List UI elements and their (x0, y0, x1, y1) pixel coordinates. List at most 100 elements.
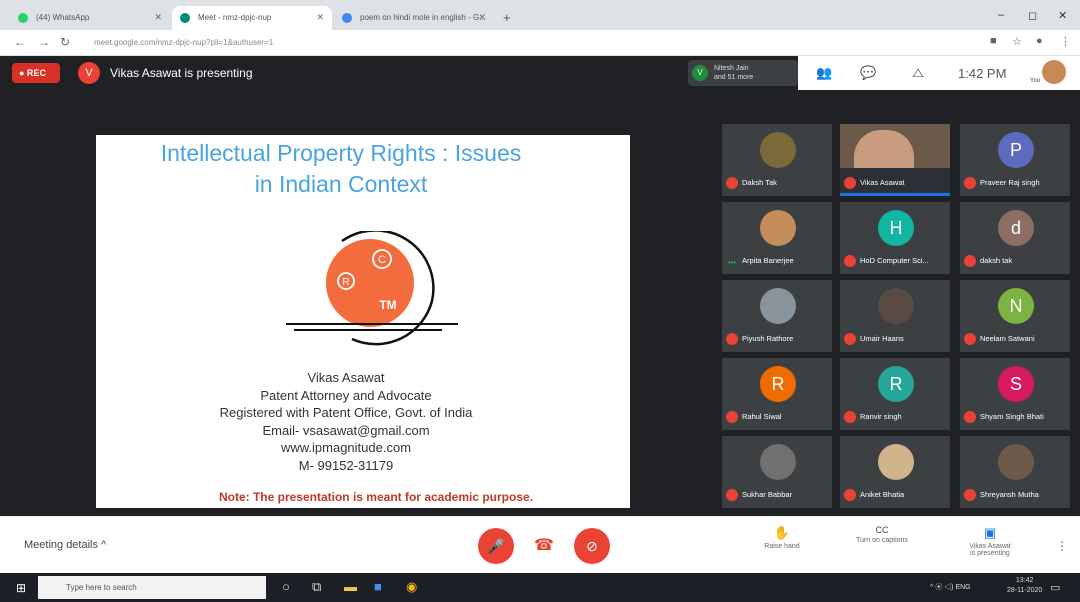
joined-name: Nitesh Jain (714, 65, 749, 72)
meet-top-controls: 👥 💬 ⧍ 1:42 PM You (798, 56, 1080, 90)
tab-meet[interactable]: Meet - nmz-dpjc-nup ✕ (172, 6, 332, 30)
menu-icon[interactable]: ⋮ (1060, 35, 1071, 48)
tab-whatsapp[interactable]: (44) WhatsApp ✕ (10, 6, 170, 30)
file-explorer-icon[interactable]: ▬ (344, 579, 357, 594)
participant-name: Shyam Singh Bhati (980, 412, 1044, 421)
bookmark-star-icon[interactable]: ☆ (1012, 35, 1022, 48)
participant-avatar: N (998, 288, 1034, 324)
participant-avatar: S (998, 366, 1034, 402)
people-icon[interactable]: 👥 (816, 65, 832, 81)
participant-tile[interactable]: N Neelam Satwani (960, 280, 1070, 352)
joined-notice[interactable]: V Nitesh Jain and 51 more (688, 60, 798, 86)
photoshop-icon[interactable]: ■ (374, 579, 382, 594)
participant-name: Piyush Rathore (742, 334, 794, 343)
participant-photo (878, 444, 914, 480)
taskbar-clock[interactable]: 13:42 28-11-2020 (1007, 576, 1042, 596)
presenting-status: Vikas Asawat is presenting (110, 66, 253, 80)
cortana-icon[interactable]: ○ (282, 579, 290, 594)
chat-icon[interactable]: 💬 (860, 65, 876, 81)
participant-avatar: R (878, 366, 914, 402)
meet-icon (180, 13, 190, 23)
participant-tile[interactable]: Umair Haans (840, 280, 950, 352)
minimize-button[interactable]: – (998, 9, 1004, 21)
participant-tile[interactable]: d daksh tak (960, 202, 1070, 274)
close-tab-icon[interactable]: ✕ (478, 12, 486, 23)
reload-icon[interactable]: ↻ (60, 35, 70, 49)
notifications-icon[interactable]: ▭ (1050, 581, 1060, 594)
browser-tab-bar: (44) WhatsApp ✕ Meet - nmz-dpjc-nup ✕ po… (0, 0, 1080, 30)
participant-tile[interactable]: R Ranvir singh (840, 358, 950, 430)
new-tab-button[interactable]: + (503, 10, 511, 25)
participant-name: Daksh Tak (742, 178, 777, 187)
participant-photo (878, 288, 914, 324)
leave-call-button[interactable]: ☎ (526, 528, 562, 564)
self-avatar[interactable] (1042, 60, 1066, 84)
mic-muted-icon (964, 489, 976, 501)
mic-muted-icon (726, 177, 738, 189)
close-window-button[interactable]: ✕ (1058, 9, 1067, 22)
presenting-button[interactable]: ▣ Vikas Asawat is presenting (950, 525, 1030, 557)
participant-tile[interactable]: R Rahul Siwal (722, 358, 832, 430)
profile-icon[interactable]: ● (1036, 35, 1043, 47)
participant-avatar: d (998, 210, 1034, 246)
raise-hand-label: Raise hand (764, 543, 800, 550)
more-options-icon[interactable]: ⋮ (1056, 539, 1068, 553)
system-tray[interactable]: ^ ⦿ ◁) ENG (930, 582, 971, 592)
tab-label: poem on hindi mole in english - G... (360, 13, 486, 22)
active-speaker-bar (840, 193, 950, 196)
taskbar-search[interactable]: Type here to search (38, 576, 266, 599)
participant-tile[interactable]: Daksh Tak (722, 124, 832, 196)
participant-name: Arpita Banerjee (742, 256, 794, 265)
participant-name: Umair Haans (860, 334, 904, 343)
taskbar-search-placeholder: Type here to search (66, 583, 137, 592)
maximize-button[interactable]: ◻ (1028, 9, 1037, 22)
presenter-email: Email- vsasawat@gmail.com (262, 422, 430, 438)
participant-tile[interactable]: ••• Arpita Banerjee (722, 202, 832, 274)
joined-count: and 51 more (714, 74, 754, 81)
camera-indicator-icon[interactable]: ■ (990, 35, 997, 47)
raise-hand-button[interactable]: ✋ Raise hand (742, 525, 822, 550)
participant-name: Vikas Asawat (860, 178, 905, 187)
back-icon[interactable]: ← (14, 35, 26, 49)
participant-tile[interactable]: Piyush Rathore (722, 280, 832, 352)
logo-circle (326, 239, 414, 327)
present-screen-icon: ▣ (983, 525, 997, 540)
meet-bottom-bar: Meeting details ^ 🎤 ☎ ⊘ ✋ Raise hand CC … (0, 516, 1080, 573)
task-view-icon[interactable]: ⧉ (312, 579, 321, 595)
participant-tile[interactable]: Shreyansh Mutha (960, 436, 1070, 508)
participant-grid: Daksh Tak Vikas Asawat P Praveer Raj singh •… (722, 124, 1078, 516)
windows-start-icon[interactable]: ⊞ (16, 581, 26, 595)
mic-muted-icon (964, 177, 976, 189)
mic-muted-icon (964, 411, 976, 423)
camera-off-button[interactable]: ⊘ (574, 528, 610, 564)
participant-name: daksh tak (980, 256, 1013, 265)
mic-muted-icon (964, 333, 976, 345)
logo-tm: TM (379, 298, 396, 312)
mic-muted-icon (726, 333, 738, 345)
mic-off-button[interactable]: 🎤 (478, 528, 514, 564)
participant-name: Aniket Bhatia (860, 490, 905, 499)
meeting-details-button[interactable]: Meeting details ^ (24, 539, 106, 551)
participant-name: HoD Computer Sci... (860, 256, 929, 265)
forward-icon[interactable]: → (38, 35, 50, 49)
participant-tile[interactable]: P Praveer Raj singh (960, 124, 1070, 196)
url-field[interactable]: meet.google.com/nmz-dpjc-nup?pli=1&authu… (84, 34, 964, 52)
taskbar-date: 28-11-2020 (1007, 587, 1043, 594)
tab-google-search[interactable]: poem on hindi mole in english - G... ✕ (334, 6, 494, 30)
google-icon (342, 13, 352, 23)
chrome-icon[interactable]: ◉ (406, 579, 417, 595)
presenter-role: Patent Attorney and Advocate (260, 387, 432, 403)
presenting-label-1: Vikas Asawat (969, 543, 1011, 550)
close-tab-icon[interactable]: ✕ (316, 12, 324, 23)
close-tab-icon[interactable]: ✕ (154, 12, 162, 23)
captions-button[interactable]: CC Turn on captions (842, 525, 922, 544)
participant-tile[interactable]: Vikas Asawat (840, 124, 950, 196)
windows-taskbar: ⊞ Type here to search ○ ⧉ ▬ ■ ◉ ^ ⦿ ◁) E… (0, 573, 1080, 602)
participant-tile[interactable]: Aniket Bhatia (840, 436, 950, 508)
participant-tile[interactable]: S Shyam Singh Bhati (960, 358, 1070, 430)
participant-avatar: H (878, 210, 914, 246)
activities-icon[interactable]: ⧍ (912, 65, 924, 81)
participant-tile[interactable]: H HoD Computer Sci... (840, 202, 950, 274)
participant-tile[interactable]: Sukhar Babbar (722, 436, 832, 508)
ip-logo: C R TM (286, 231, 458, 346)
